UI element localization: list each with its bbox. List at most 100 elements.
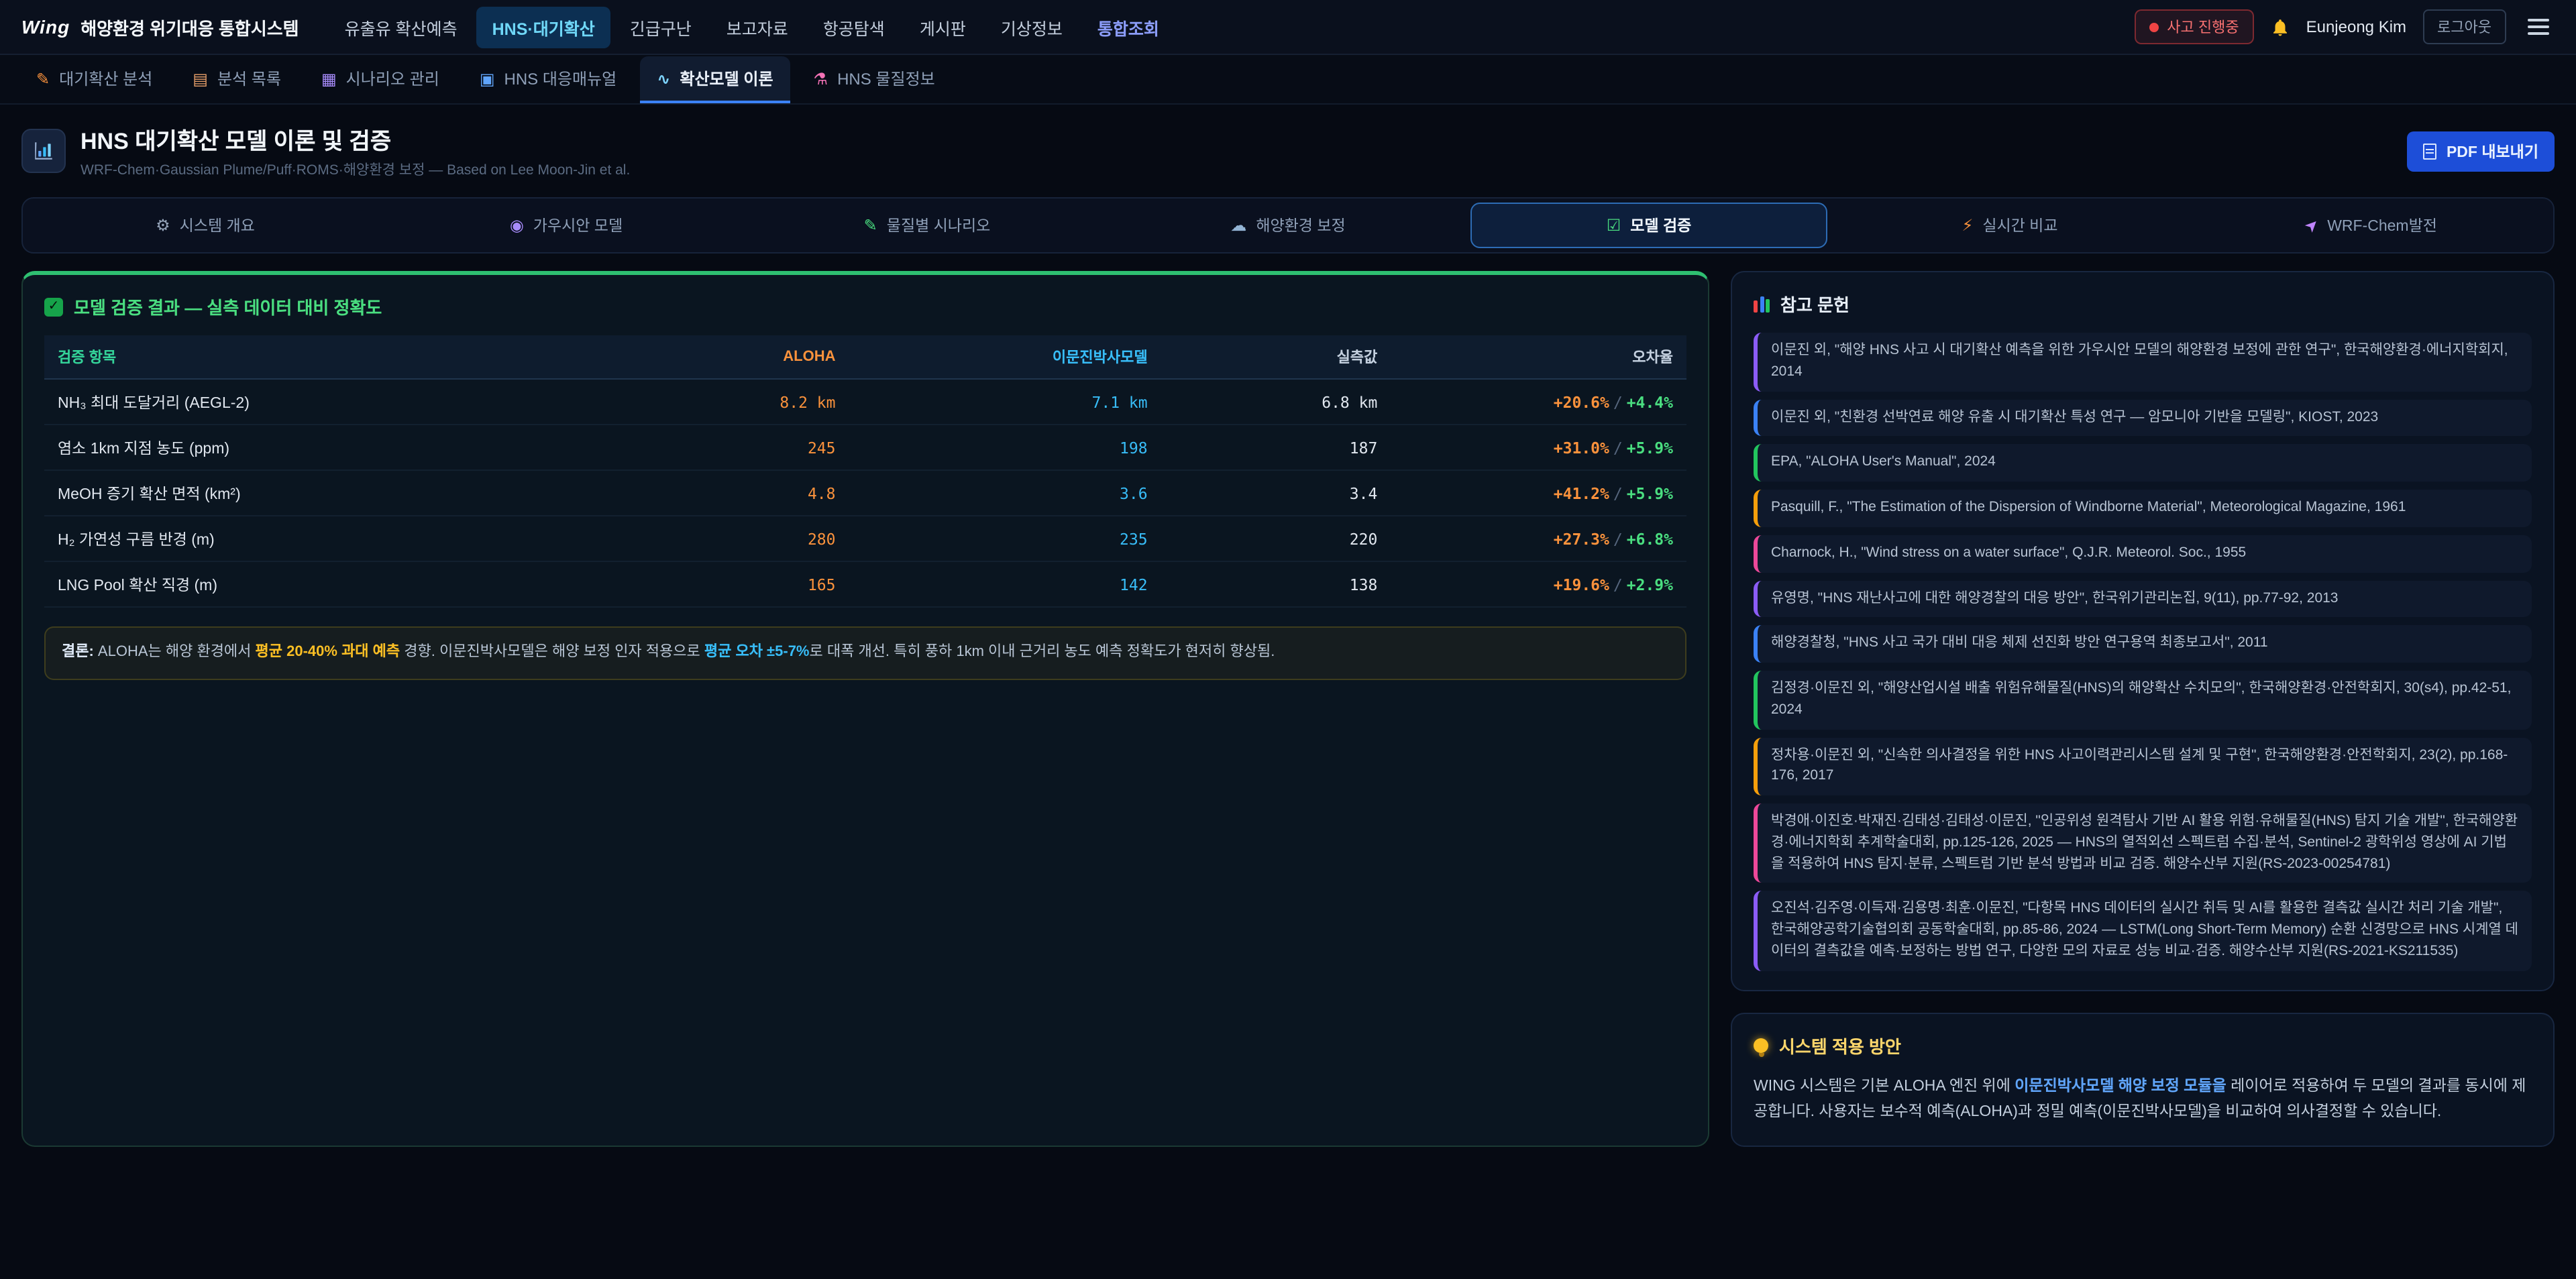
reference-item: 박경애·이진호·박재진·김태성·김태성·이문진, "인공위성 원격탐사 기반 A… — [1754, 803, 2532, 883]
page-title-block: HNS 대기확산 모델 이론 및 검증 WRF-Chem·Gaussian Pl… — [80, 122, 630, 180]
nav-item[interactable]: 통합조회 — [1081, 6, 1175, 48]
tab-item[interactable]: ◉가우시안 모델 — [388, 203, 745, 248]
subnav-item[interactable]: ✎대기확산 분석 — [19, 56, 170, 103]
application-text-segment: 이문진박사모델 해양 보정 모듈을 — [2015, 1078, 2226, 1094]
subnav-item[interactable]: ⚗ HNS 물질정보 — [796, 56, 953, 103]
validation-panel: ✓ 모델 검증 결과 — 실측 데이터 대비 정확도 검증 항목ALOHA이문진… — [21, 271, 1709, 1146]
table-cell: 138 — [1161, 561, 1391, 607]
nav-item[interactable]: 항공탐색 — [807, 6, 901, 48]
top-navigation: Wing 해양환경 위기대응 통합시스템 유출유 확산예측HNS·대기확산긴급구… — [0, 0, 2576, 55]
brand: Wing 해양환경 위기대응 통합시스템 — [21, 14, 299, 40]
tab-label: 실시간 비교 — [1982, 215, 2057, 236]
reference-list: 이문진 외, "해양 HNS 사고 시 대기확산 예측을 위한 가우시안 모델의… — [1754, 333, 2532, 970]
line-chart-icon: ∿ — [657, 70, 670, 87]
pdf-export-label: PDF 내보내기 — [2447, 140, 2538, 162]
reference-item: 정차용·이문진 외, "신속한 의사결정을 위한 HNS 사고이력관리시스템 설… — [1754, 737, 2532, 795]
main-content: ✓ 모델 검증 결과 — 실측 데이터 대비 정확도 검증 항목ALOHA이문진… — [0, 254, 2576, 1146]
tab-item[interactable]: ➤WRF-Chem발전 — [2192, 203, 2549, 248]
page-header-left: HNS 대기확산 모델 이론 및 검증 WRF-Chem·Gaussian Pl… — [21, 122, 630, 180]
chart-page-icon — [21, 129, 66, 173]
validation-table: 검증 항목ALOHA이문진박사모델실측값오차율 NH₃ 최대 도달거리 (AEG… — [44, 335, 1686, 608]
error-separator: / — [1609, 438, 1627, 457]
rocket-icon: ➤ — [2301, 215, 2322, 235]
tab-label: WRF-Chem발전 — [2327, 215, 2437, 236]
column-header: 검증 항목 — [44, 335, 602, 379]
subnav-item-label: 시나리오 관리 — [346, 67, 439, 90]
nav-item[interactable]: HNS·대기확산 — [476, 6, 611, 48]
conclusion-segment: ALOHA는 해양 환경에서 — [94, 644, 256, 660]
error-cell: +41.2%/+5.9% — [1391, 470, 1686, 516]
document-icon — [2424, 143, 2437, 159]
reference-item: EPA, "ALOHA User's Manual", 2024 — [1754, 445, 2532, 482]
model-error: +6.8% — [1627, 529, 1673, 548]
model-error: +4.4% — [1627, 392, 1673, 411]
application-panel-title: 시스템 적용 방안 — [1754, 1032, 2532, 1058]
table-header-row: 검증 항목ALOHA이문진박사모델실측값오차율 — [44, 335, 1686, 379]
validation-title-text: 모델 검증 결과 — 실측 데이터 대비 정확도 — [74, 294, 382, 319]
error-separator: / — [1609, 484, 1627, 502]
reference-item: Pasquill, F., "The Estimation of the Dis… — [1754, 490, 2532, 527]
sub-navigation: ✎대기확산 분석▤분석 목록▦시나리오 관리▣HNS 대응매뉴얼∿확산모델 이론… — [0, 55, 2576, 105]
application-text: WING 시스템은 기본 ALOHA 엔진 위에 이문진박사모델 해양 보정 모… — [1754, 1074, 2532, 1126]
cloud-icon: ☁ — [1230, 217, 1246, 233]
table-cell: 165 — [602, 561, 849, 607]
nav-item[interactable]: 보고자료 — [710, 6, 804, 48]
aloha-error: +41.2% — [1554, 484, 1609, 502]
conclusion-note: 결론: ALOHA는 해양 환경에서 평균 20-40% 과대 예측 경향. 이… — [44, 626, 1686, 679]
application-text-segment: WING 시스템은 기본 ALOHA 엔진 위에 — [1754, 1078, 2015, 1094]
column-header: ALOHA — [602, 335, 849, 379]
table-cell: 염소 1km 지점 농도 (ppm) — [44, 425, 602, 470]
pdf-export-button[interactable]: PDF 내보내기 — [2408, 131, 2555, 171]
nav-item[interactable]: 게시판 — [904, 6, 982, 48]
conclusion-segment: 로 대폭 개선. 특히 풍하 1km 이내 근거리 농도 예측 정확도가 현저히… — [810, 644, 1275, 660]
reference-item: Charnock, H., "Wind stress on a water su… — [1754, 535, 2532, 573]
hamburger-menu-icon[interactable] — [2522, 13, 2555, 40]
flask-icon: ⚗ — [814, 70, 828, 87]
subnav-item[interactable]: ∿확산모델 이론 — [639, 56, 790, 103]
page-header: HNS 대기확산 모델 이론 및 검증 WRF-Chem·Gaussian Pl… — [0, 105, 2576, 192]
nav-item[interactable]: 기상정보 — [985, 6, 1079, 48]
table-cell: 245 — [602, 425, 849, 470]
error-separator: / — [1609, 575, 1627, 594]
main-menu: 유출유 확산예측HNS·대기확산긴급구난보고자료항공탐색게시판기상정보통합조회 — [329, 6, 1175, 48]
table-cell: 220 — [1161, 516, 1391, 561]
tab-item[interactable]: ⚡실시간 비교 — [1831, 203, 2188, 248]
table-row: NH₃ 최대 도달거리 (AEGL-2)8.2 km7.1 km6.8 km+2… — [44, 379, 1686, 425]
tab-item[interactable]: ☑모델 검증 — [1470, 203, 1827, 248]
subnav-item[interactable]: ▤분석 목록 — [175, 56, 299, 103]
notification-bell-icon[interactable] — [2270, 17, 2290, 37]
books-icon — [1754, 296, 1770, 312]
logout-button[interactable]: 로그아웃 — [2422, 9, 2506, 44]
tab-item[interactable]: ☁해양환경 보정 — [1110, 203, 1466, 248]
references-title-text: 참고 문헌 — [1780, 291, 1849, 317]
table-cell: 7.1 km — [849, 379, 1161, 425]
nav-item[interactable]: 긴급구난 — [614, 6, 708, 48]
table-cell: NH₃ 최대 도달거리 (AEGL-2) — [44, 379, 602, 425]
alert-dot-icon — [2149, 22, 2159, 32]
subnav-item-label: HNS 물질정보 — [837, 67, 935, 90]
subnav-item-label: HNS 대응매뉴얼 — [504, 67, 617, 90]
table-cell: 142 — [849, 561, 1161, 607]
table-cell: MeOH 증기 확산 면적 (km²) — [44, 470, 602, 516]
incident-status-badge: 사고 진행중 — [2135, 9, 2253, 44]
tab-label: 가우시안 모델 — [533, 215, 623, 236]
table-row: 염소 1km 지점 농도 (ppm)245198187+31.0%/+5.9% — [44, 425, 1686, 470]
app-viewport: Wing 해양환경 위기대응 통합시스템 유출유 확산예측HNS·대기확산긴급구… — [0, 0, 2576, 1279]
error-cell: +20.6%/+4.4% — [1391, 379, 1686, 425]
aloha-error: +20.6% — [1554, 392, 1609, 411]
page-subtitle: WRF-Chem·Gaussian Plume/Puff·ROMS·해양환경 보… — [80, 160, 630, 180]
reference-item: 김정경·이문진 외, "해양산업시설 배출 위험유해물질(HNS)의 해양확산 … — [1754, 671, 2532, 729]
tab-item[interactable]: ✎물질별 시나리오 — [749, 203, 1106, 248]
topnav-right: 사고 진행중 Eunjeong Kim 로그아웃 — [2135, 9, 2555, 44]
table-cell: 3.4 — [1161, 470, 1391, 516]
subnav-item[interactable]: ▣HNS 대응매뉴얼 — [462, 56, 634, 103]
reference-item: 해양경찰청, "HNS 사고 국가 대비 대응 체제 선진화 방안 연구용역 최… — [1754, 626, 2532, 663]
right-column: 참고 문헌 이문진 외, "해양 HNS 사고 시 대기확산 예측을 위한 가우… — [1731, 271, 2555, 1146]
application-title-text: 시스템 적용 방안 — [1779, 1032, 1901, 1058]
nav-item[interactable]: 유출유 확산예측 — [329, 6, 474, 48]
reference-item: 이문진 외, "해양 HNS 사고 시 대기확산 예측을 위한 가우시안 모델의… — [1754, 333, 2532, 391]
table-cell: 6.8 km — [1161, 379, 1391, 425]
tab-item[interactable]: ⚙시스템 개요 — [27, 203, 384, 248]
subnav-item[interactable]: ▦시나리오 관리 — [304, 56, 457, 103]
conclusion-segment: 결론: — [62, 644, 94, 660]
